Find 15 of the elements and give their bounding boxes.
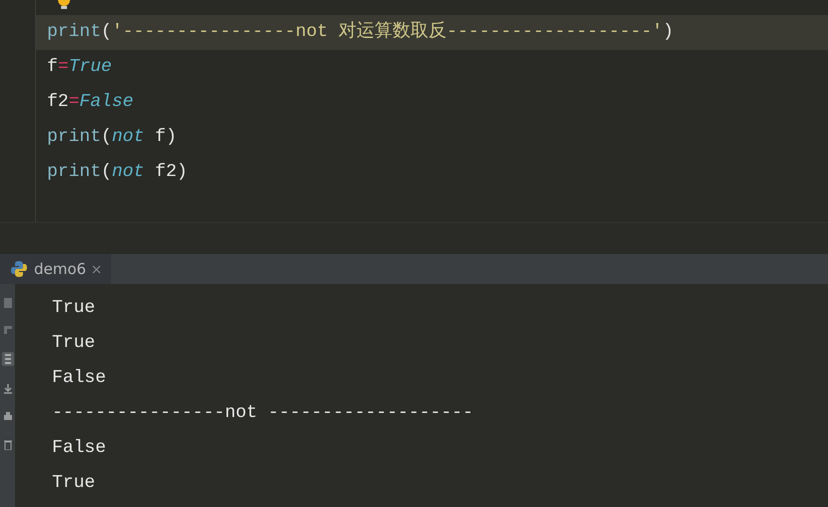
output-line: True xyxy=(52,472,96,495)
download-icon[interactable] xyxy=(4,384,12,394)
output-line: True xyxy=(52,297,96,320)
code-line: print(not f) xyxy=(46,126,178,149)
trash-icon[interactable] xyxy=(4,440,12,450)
code-line: f2=False xyxy=(46,91,134,114)
code-line: f=True xyxy=(46,56,113,79)
output-line: False xyxy=(52,437,108,460)
output-line: False xyxy=(52,367,108,390)
output-line: True xyxy=(52,332,96,355)
python-icon xyxy=(10,260,28,278)
output-line: ----------------not ------------------- xyxy=(52,402,474,425)
run-tab[interactable]: demo6 xyxy=(0,254,112,284)
close-icon[interactable] xyxy=(92,264,102,274)
code-line: print(not f2) xyxy=(46,161,188,184)
